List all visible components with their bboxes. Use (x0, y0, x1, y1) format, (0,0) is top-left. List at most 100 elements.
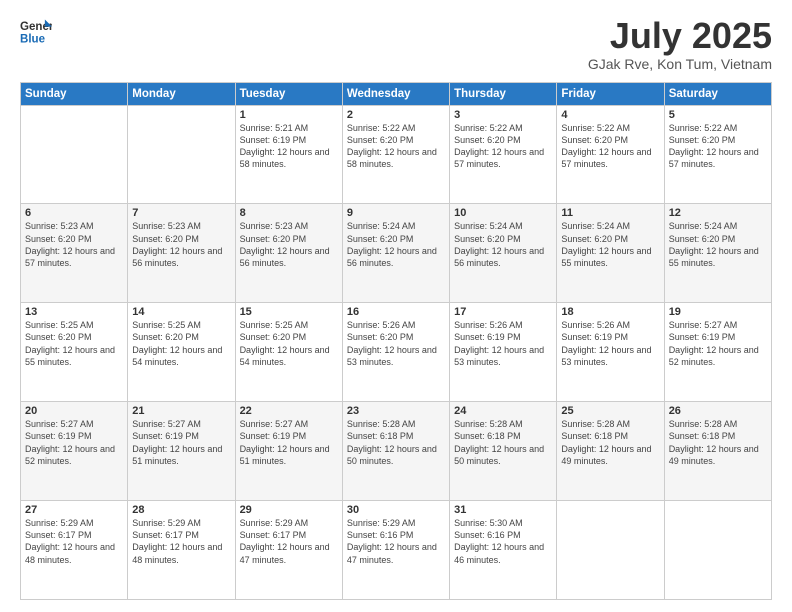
day-number: 23 (347, 405, 445, 417)
calendar-cell (557, 501, 664, 600)
day-number: 14 (132, 306, 230, 318)
day-info: Sunrise: 5:22 AMSunset: 6:20 PMDaylight:… (454, 123, 544, 169)
page: General Blue July 2025 GJak Rve, Kon Tum… (0, 0, 792, 612)
col-wednesday: Wednesday (342, 82, 449, 105)
day-info: Sunrise: 5:24 AMSunset: 6:20 PMDaylight:… (669, 221, 759, 267)
day-number: 29 (240, 504, 338, 516)
calendar-cell (128, 105, 235, 204)
calendar-cell: 30 Sunrise: 5:29 AMSunset: 6:16 PMDayligh… (342, 501, 449, 600)
day-number: 13 (25, 306, 123, 318)
calendar-cell: 24 Sunrise: 5:28 AMSunset: 6:18 PMDayligh… (450, 402, 557, 501)
month-title: July 2025 (588, 16, 772, 56)
day-number: 22 (240, 405, 338, 417)
calendar-cell: 29Sunrise: 5:29 AMSunset: 6:17 PMDayligh… (235, 501, 342, 600)
calendar-week-3: 13 Sunrise: 5:25 AMSunset: 6:20 PMDayligh… (21, 303, 772, 402)
day-number: 20 (25, 405, 123, 417)
calendar-cell (21, 105, 128, 204)
day-number: 4 (561, 109, 659, 121)
calendar: Sunday Monday Tuesday Wednesday Thursday… (20, 82, 772, 600)
day-info: Sunrise: 5:24 AMSunset: 6:20 PMDaylight:… (347, 221, 437, 267)
day-info: Sunrise: 5:24 AMSunset: 6:20 PMDaylight:… (454, 221, 544, 267)
day-number: 31 (454, 504, 552, 516)
calendar-cell: 23 Sunrise: 5:28 AMSunset: 6:18 PMDayligh… (342, 402, 449, 501)
day-number: 27 (25, 504, 123, 516)
day-number: 17 (454, 306, 552, 318)
day-number: 30 (347, 504, 445, 516)
logo-icon: General Blue (20, 16, 52, 48)
col-monday: Monday (128, 82, 235, 105)
location: GJak Rve, Kon Tum, Vietnam (588, 56, 772, 72)
col-sunday: Sunday (21, 82, 128, 105)
calendar-cell: 7 Sunrise: 5:23 AMSunset: 6:20 PMDaylight… (128, 204, 235, 303)
calendar-week-2: 6 Sunrise: 5:23 AMSunset: 6:20 PMDaylight… (21, 204, 772, 303)
day-number: 8 (240, 207, 338, 219)
day-number: 6 (25, 207, 123, 219)
day-number: 9 (347, 207, 445, 219)
calendar-week-4: 20 Sunrise: 5:27 AMSunset: 6:19 PMDayligh… (21, 402, 772, 501)
day-info: Sunrise: 5:28 AMSunset: 6:18 PMDaylight:… (454, 419, 544, 465)
day-number: 1 (240, 109, 338, 121)
day-info: Sunrise: 5:26 AMSunset: 6:19 PMDaylight:… (561, 320, 651, 366)
calendar-cell: 27 Sunrise: 5:29 AMSunset: 6:17 PMDayligh… (21, 501, 128, 600)
day-info: Sunrise: 5:25 AMSunset: 6:20 PMDaylight:… (240, 320, 330, 366)
day-info: Sunrise: 5:23 AMSunset: 6:20 PMDaylight:… (132, 221, 222, 267)
day-info: Sunrise: 5:22 AMSunset: 6:20 PMDaylight:… (561, 123, 651, 169)
calendar-cell: 28 Sunrise: 5:29 AMSunset: 6:17 PMDayligh… (128, 501, 235, 600)
day-number: 15 (240, 306, 338, 318)
calendar-cell: 6 Sunrise: 5:23 AMSunset: 6:20 PMDaylight… (21, 204, 128, 303)
day-info: Sunrise: 5:25 AMSunset: 6:20 PMDaylight:… (25, 320, 115, 366)
day-info: Sunrise: 5:27 AMSunset: 6:19 PMDaylight:… (132, 419, 222, 465)
day-number: 3 (454, 109, 552, 121)
col-friday: Friday (557, 82, 664, 105)
title-section: July 2025 GJak Rve, Kon Tum, Vietnam (588, 16, 772, 72)
calendar-cell: 8 Sunrise: 5:23 AMSunset: 6:20 PMDaylight… (235, 204, 342, 303)
calendar-week-5: 27 Sunrise: 5:29 AMSunset: 6:17 PMDayligh… (21, 501, 772, 600)
day-number: 5 (669, 109, 767, 121)
calendar-cell: 4 Sunrise: 5:22 AMSunset: 6:20 PMDaylight… (557, 105, 664, 204)
day-info: Sunrise: 5:29 AMSunset: 6:17 PMDaylight:… (132, 518, 222, 564)
logo: General Blue (20, 16, 52, 48)
calendar-cell: 18 Sunrise: 5:26 AMSunset: 6:19 PMDayligh… (557, 303, 664, 402)
day-number: 28 (132, 504, 230, 516)
day-info: Sunrise: 5:21 AMSunset: 6:19 PMDaylight:… (240, 123, 330, 169)
calendar-cell: 13 Sunrise: 5:25 AMSunset: 6:20 PMDayligh… (21, 303, 128, 402)
day-info: Sunrise: 5:24 AMSunset: 6:20 PMDaylight:… (561, 221, 651, 267)
calendar-cell: 11 Sunrise: 5:24 AMSunset: 6:20 PMDayligh… (557, 204, 664, 303)
calendar-week-1: 1 Sunrise: 5:21 AMSunset: 6:19 PMDaylight… (21, 105, 772, 204)
calendar-cell: 1 Sunrise: 5:21 AMSunset: 6:19 PMDaylight… (235, 105, 342, 204)
day-number: 2 (347, 109, 445, 121)
day-number: 24 (454, 405, 552, 417)
day-info: Sunrise: 5:25 AMSunset: 6:20 PMDaylight:… (132, 320, 222, 366)
calendar-cell: 17 Sunrise: 5:26 AMSunset: 6:19 PMDayligh… (450, 303, 557, 402)
calendar-cell: 3 Sunrise: 5:22 AMSunset: 6:20 PMDaylight… (450, 105, 557, 204)
calendar-cell: 19Sunrise: 5:27 AMSunset: 6:19 PMDayligh… (664, 303, 771, 402)
calendar-cell: 20 Sunrise: 5:27 AMSunset: 6:19 PMDayligh… (21, 402, 128, 501)
day-number: 16 (347, 306, 445, 318)
day-number: 7 (132, 207, 230, 219)
day-info: Sunrise: 5:29 AMSunset: 6:17 PMDaylight:… (25, 518, 115, 564)
calendar-header-row: Sunday Monday Tuesday Wednesday Thursday… (21, 82, 772, 105)
day-number: 11 (561, 207, 659, 219)
day-info: Sunrise: 5:23 AMSunset: 6:20 PMDaylight:… (240, 221, 330, 267)
calendar-cell: 10Sunrise: 5:24 AMSunset: 6:20 PMDayligh… (450, 204, 557, 303)
day-info: Sunrise: 5:28 AMSunset: 6:18 PMDaylight:… (561, 419, 651, 465)
day-info: Sunrise: 5:29 AMSunset: 6:16 PMDaylight:… (347, 518, 437, 564)
day-number: 19 (669, 306, 767, 318)
day-info: Sunrise: 5:28 AMSunset: 6:18 PMDaylight:… (347, 419, 437, 465)
day-info: Sunrise: 5:27 AMSunset: 6:19 PMDaylight:… (25, 419, 115, 465)
day-number: 12 (669, 207, 767, 219)
day-info: Sunrise: 5:26 AMSunset: 6:19 PMDaylight:… (454, 320, 544, 366)
col-tuesday: Tuesday (235, 82, 342, 105)
calendar-cell: 5Sunrise: 5:22 AMSunset: 6:20 PMDaylight… (664, 105, 771, 204)
day-number: 21 (132, 405, 230, 417)
calendar-cell (664, 501, 771, 600)
day-info: Sunrise: 5:28 AMSunset: 6:18 PMDaylight:… (669, 419, 759, 465)
col-thursday: Thursday (450, 82, 557, 105)
col-saturday: Saturday (664, 82, 771, 105)
calendar-cell: 26Sunrise: 5:28 AMSunset: 6:18 PMDayligh… (664, 402, 771, 501)
calendar-cell: 22Sunrise: 5:27 AMSunset: 6:19 PMDayligh… (235, 402, 342, 501)
day-number: 18 (561, 306, 659, 318)
calendar-cell: 9 Sunrise: 5:24 AMSunset: 6:20 PMDaylight… (342, 204, 449, 303)
calendar-cell: 15 Sunrise: 5:25 AMSunset: 6:20 PMDayligh… (235, 303, 342, 402)
day-info: Sunrise: 5:23 AMSunset: 6:20 PMDaylight:… (25, 221, 115, 267)
